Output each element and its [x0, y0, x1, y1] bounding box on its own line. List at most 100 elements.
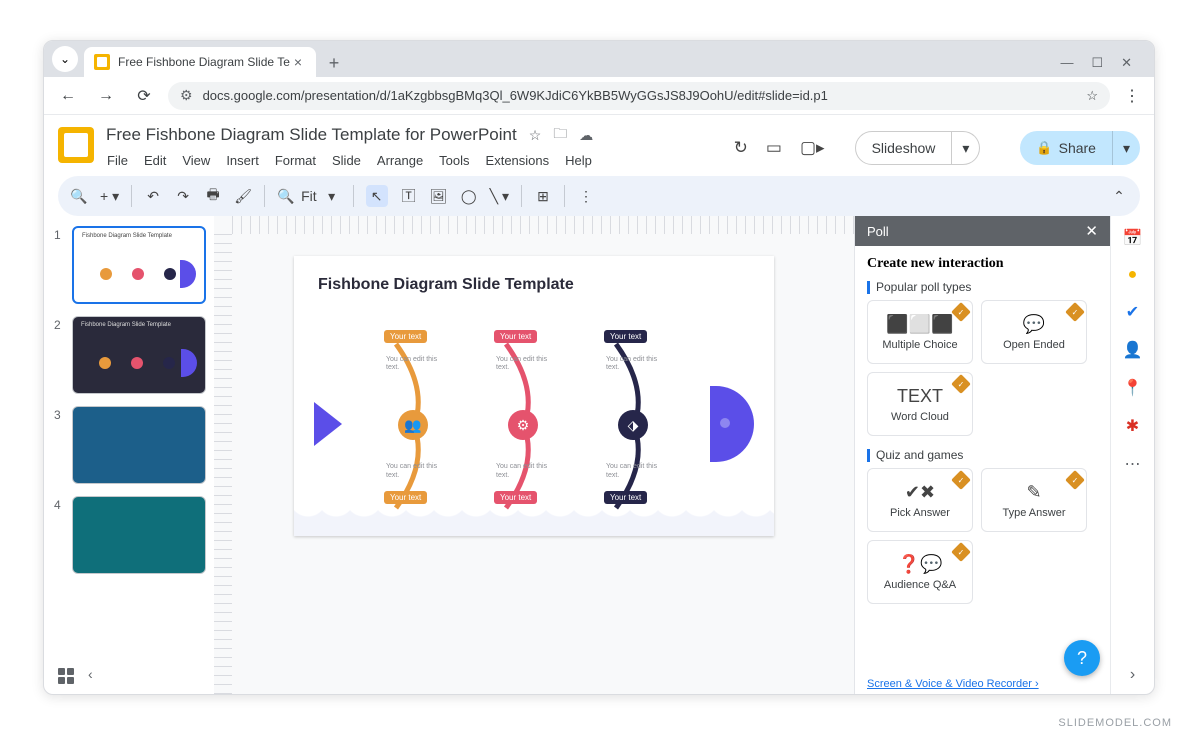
share-dropdown[interactable]: ▾ — [1112, 131, 1140, 165]
comment-add-icon[interactable]: ⊞ — [534, 188, 552, 205]
address-bar: ← → ⟳ ⚙ docs.google.com/presentation/d/1… — [44, 77, 1154, 115]
comments-icon[interactable]: ▭ — [766, 138, 782, 158]
zoom-label[interactable]: Fit — [301, 188, 317, 204]
menu-view[interactable]: View — [181, 151, 211, 170]
addon-icon[interactable]: ✱ — [1126, 416, 1139, 436]
menu-edit[interactable]: Edit — [143, 151, 167, 170]
poll-card-type-answer[interactable]: ✎Type Answer — [981, 468, 1087, 532]
slide[interactable]: Fishbone Diagram Slide Template 👥Your te… — [294, 256, 774, 536]
fish-head[interactable] — [710, 386, 754, 462]
canvas[interactable]: Fishbone Diagram Slide Template 👥Your te… — [214, 216, 854, 694]
move-doc-icon[interactable]: 🗀 — [553, 123, 567, 147]
forward-icon[interactable]: → — [92, 87, 120, 105]
bone-3[interactable]: ⬗Your textYour textYou can edit this tex… — [586, 338, 674, 494]
select-tool-icon[interactable]: ↖ — [366, 185, 388, 207]
panel-footer-link[interactable]: Screen & Voice & Video Recorder › — [855, 674, 1110, 694]
tabs-dropdown[interactable]: ⌄ — [52, 46, 78, 72]
window-controls: — ☐ ✕ — [1060, 55, 1146, 77]
poll-card-audience-q&a[interactable]: ❓💬Audience Q&A — [867, 540, 973, 604]
star-doc-icon[interactable]: ☆ — [529, 127, 542, 144]
poll-card-multiple-choice[interactable]: ⬛⬜⬛Multiple Choice — [867, 300, 973, 364]
browser-window: ⌄ Free Fishbone Diagram Slide Te × + — ☐… — [43, 40, 1155, 695]
fishbone-diagram[interactable]: 👥Your textYour textYou can edit this tex… — [314, 326, 754, 506]
textbox-icon[interactable]: 🅃 — [400, 186, 418, 206]
filmstrip-prev-icon[interactable]: ‹ — [88, 666, 93, 682]
collapse-toolbar-icon[interactable]: ⌃ — [1110, 188, 1128, 205]
cloud-status-icon[interactable]: ☁ — [579, 127, 593, 144]
expand-rail-icon[interactable]: › — [1130, 666, 1135, 684]
maps-icon[interactable]: 📍 — [1123, 378, 1143, 398]
panel-close-icon[interactable]: ✕ — [1085, 222, 1098, 240]
main-area: 1Fishbone Diagram Slide Template2Fishbon… — [44, 216, 1154, 694]
menu-slide[interactable]: Slide — [331, 151, 362, 170]
menu-insert[interactable]: Insert — [225, 151, 260, 170]
thumbnail-2[interactable]: Fishbone Diagram Slide Template — [72, 316, 206, 394]
menu-help[interactable]: Help — [564, 151, 593, 170]
print-icon[interactable]: 🖶 — [204, 184, 222, 208]
slide-title[interactable]: Fishbone Diagram Slide Template — [318, 276, 750, 294]
zoom-icon[interactable]: 🔍 — [277, 188, 295, 205]
lock-icon: 🔒 — [1036, 140, 1052, 156]
browser-menu-icon[interactable]: ⋮ — [1120, 86, 1144, 106]
back-icon[interactable]: ← — [54, 87, 82, 105]
more-tools-icon[interactable]: ⋮ — [577, 188, 595, 205]
help-fab[interactable]: ? — [1064, 640, 1100, 676]
contacts-icon[interactable]: 👤 — [1123, 340, 1143, 360]
site-settings-icon[interactable]: ⚙ — [180, 87, 193, 104]
url-text: docs.google.com/presentation/d/1aKzgbbsg… — [203, 88, 828, 103]
menu-file[interactable]: File — [106, 151, 129, 170]
thumbnail-1[interactable]: Fishbone Diagram Slide Template — [72, 226, 206, 304]
poll-card-pick-answer[interactable]: ✔✖Pick Answer — [867, 468, 973, 532]
right-rail: 📅 ● ✔ 👤 📍 ✱ ⋯ › — [1110, 216, 1154, 694]
slideshow-button[interactable]: Slideshow — [855, 131, 953, 165]
more-icon[interactable]: ⋯ — [1125, 454, 1141, 474]
minimize-icon[interactable]: — — [1060, 55, 1073, 71]
panel-heading: Create new interaction — [867, 256, 1098, 272]
bone-1[interactable]: 👥Your textYour textYou can edit this tex… — [366, 338, 454, 494]
menu-format[interactable]: Format — [274, 151, 317, 170]
calendar-icon[interactable]: 📅 — [1123, 228, 1143, 248]
filmstrip: 1Fishbone Diagram Slide Template2Fishbon… — [44, 216, 214, 694]
reload-icon[interactable]: ⟳ — [130, 86, 158, 106]
image-icon[interactable]: 🖼 — [430, 188, 448, 205]
maximize-icon[interactable]: ☐ — [1091, 55, 1103, 71]
poll-card-open-ended[interactable]: 💬Open Ended — [981, 300, 1087, 364]
slides-favicon — [94, 54, 110, 70]
zoom-dropdown-icon[interactable]: ▾ — [323, 188, 341, 205]
document-title[interactable]: Free Fishbone Diagram Slide Template for… — [106, 125, 517, 145]
menu-tools[interactable]: Tools — [438, 151, 470, 170]
menu-extensions[interactable]: Extensions — [485, 151, 551, 170]
app-header: Free Fishbone Diagram Slide Template for… — [44, 115, 1154, 170]
bone-2[interactable]: ⚙Your textYour textYou can edit this tex… — [476, 338, 564, 494]
undo-icon[interactable]: ↶ — [144, 188, 162, 205]
tab-strip: ⌄ Free Fishbone Diagram Slide Te × + — ☐… — [44, 41, 1154, 77]
slideshow-dropdown[interactable]: ▾ — [952, 131, 980, 165]
menu-bar: File Edit View Insert Format Slide Arrange Tool… — [106, 151, 734, 170]
close-tab-icon[interactable]: × — [290, 54, 306, 70]
line-icon[interactable]: ╲ ▾ — [490, 188, 509, 205]
tasks-icon[interactable]: ✔ — [1126, 302, 1139, 322]
thumbnail-4[interactable] — [72, 496, 206, 574]
redo-icon[interactable]: ↷ — [174, 188, 192, 205]
close-window-icon[interactable]: ✕ — [1121, 55, 1132, 71]
fish-tail[interactable] — [314, 402, 342, 446]
search-menu-icon[interactable]: 🔍 — [70, 188, 88, 205]
slides-logo[interactable] — [58, 127, 94, 163]
url-field[interactable]: ⚙ docs.google.com/presentation/d/1aKzgbb… — [168, 82, 1110, 110]
paint-format-icon[interactable]: 🖌 — [234, 188, 252, 205]
meet-icon[interactable]: ▢▸ — [800, 138, 825, 158]
new-tab-button[interactable]: + — [320, 49, 348, 77]
share-button[interactable]: 🔒Share — [1020, 131, 1112, 165]
grid-view-icon[interactable] — [58, 668, 74, 684]
panel-header: Poll ✕ — [855, 216, 1110, 246]
bookmark-icon[interactable]: ☆ — [1086, 88, 1098, 104]
new-slide-icon[interactable]: + ▾ — [100, 188, 119, 205]
thumbnail-3[interactable] — [72, 406, 206, 484]
poll-card-word-cloud[interactable]: TEXTWord Cloud — [867, 372, 973, 436]
watermark: SLIDEMODEL.COM — [1058, 717, 1172, 729]
keep-icon[interactable]: ● — [1128, 266, 1138, 284]
menu-arrange[interactable]: Arrange — [376, 151, 424, 170]
browser-tab[interactable]: Free Fishbone Diagram Slide Te × — [84, 47, 316, 77]
shape-icon[interactable]: ◯ — [460, 188, 478, 205]
history-icon[interactable]: ↻ — [734, 138, 748, 158]
